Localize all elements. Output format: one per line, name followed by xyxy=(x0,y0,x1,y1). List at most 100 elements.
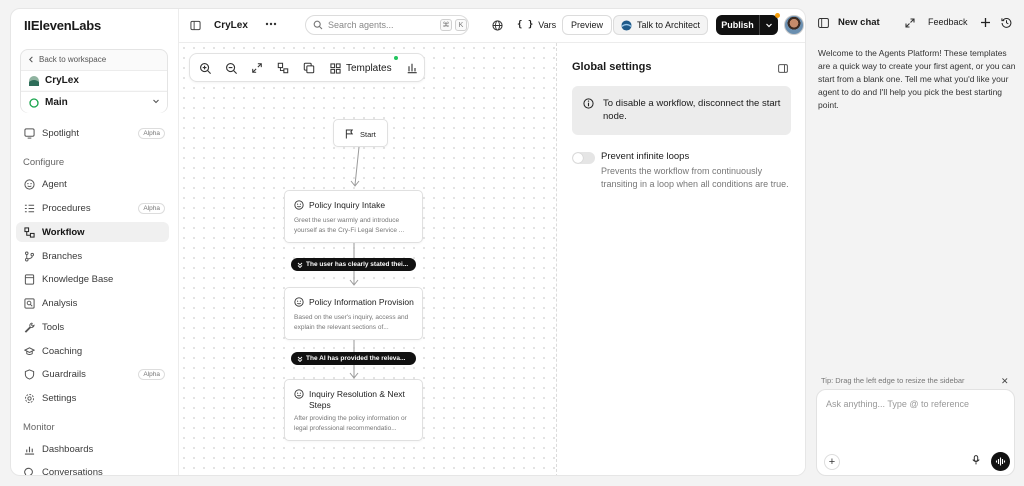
book-icon xyxy=(24,273,35,285)
vars-button[interactable]: { } Vars xyxy=(517,15,556,35)
plus-icon[interactable] xyxy=(980,17,991,28)
collapse-panel-icon[interactable] xyxy=(778,64,788,73)
chat-bubble-icon xyxy=(24,467,35,475)
voice-mode-button[interactable] xyxy=(991,452,1010,471)
sidebar-item-label: Procedures xyxy=(42,202,91,214)
sidebar-item-dashboards[interactable]: Dashboards xyxy=(16,439,169,459)
agent-node-icon xyxy=(294,389,304,399)
sidebar-item-label: Spotlight xyxy=(42,127,79,139)
publish-options-button[interactable] xyxy=(759,15,778,35)
sidebar-item-settings[interactable]: Settings xyxy=(16,388,169,408)
prevent-loops-title: Prevent infinite loops xyxy=(601,151,690,162)
user-avatar[interactable] xyxy=(784,15,804,35)
talk-to-architect-button[interactable]: Talk to Architect xyxy=(613,15,709,35)
smiley-icon xyxy=(24,178,35,190)
edge-condition-1[interactable]: The user has clearly stated thei... xyxy=(291,258,416,271)
wrench-icon xyxy=(24,322,35,333)
sidebar-item-coaching[interactable]: Coaching xyxy=(16,341,169,361)
zoom-in-icon[interactable] xyxy=(198,61,212,75)
sidebar-item-guardrails[interactable]: Guardrails Alpha xyxy=(16,364,169,384)
sidebar-toggle-icon[interactable] xyxy=(190,20,201,31)
node-description: After providing the policy information o… xyxy=(294,415,407,432)
sidebar-item-knowledge-base[interactable]: Knowledge Base xyxy=(16,269,169,289)
list-icon xyxy=(24,203,35,214)
new-chat-title[interactable]: New chat xyxy=(838,17,880,28)
node-title-text: Policy Inquiry Intake xyxy=(309,200,386,210)
publish-label: Publish xyxy=(721,20,754,30)
close-tip-icon[interactable]: ✕ xyxy=(1001,376,1009,387)
workspace-switcher: Back to workspace CryLex Main xyxy=(20,49,168,113)
sidebar-item-branches[interactable]: Branches xyxy=(16,246,169,266)
sidebar-item-procedures[interactable]: Procedures Alpha xyxy=(16,198,169,218)
preview-button[interactable]: Preview xyxy=(562,15,613,35)
fit-view-icon[interactable] xyxy=(250,61,264,75)
search-agents-input[interactable]: Search agents... ⌘ K xyxy=(305,15,469,35)
sidebar-panel-icon[interactable] xyxy=(818,18,829,28)
globe-icon[interactable] xyxy=(492,20,503,31)
sidebar-item-label: Agent xyxy=(42,178,67,190)
workflow-node-inquiry-resolution[interactable]: Inquiry Resolution & Next Steps After pr… xyxy=(284,379,423,441)
graduation-cap-icon xyxy=(24,346,35,357)
node-description: Based on the user's inquiry, access and … xyxy=(294,314,409,331)
vars-label: Vars xyxy=(538,20,557,30)
chat-header: New chat Feedback xyxy=(806,14,1024,32)
main-card: IIElevenLabs Back to workspace CryLex Ma… xyxy=(10,8,806,476)
microphone-icon[interactable] xyxy=(972,455,980,465)
more-options-icon[interactable] xyxy=(265,22,277,26)
branch-selector[interactable]: Main xyxy=(21,91,167,113)
node-title: Inquiry Resolution & Next Steps xyxy=(294,389,409,411)
attach-button[interactable]: + xyxy=(824,454,840,470)
condition-icon xyxy=(297,356,303,362)
expand-icon[interactable] xyxy=(905,18,915,28)
start-node[interactable]: Start xyxy=(333,119,388,147)
unpublished-indicator-dot xyxy=(775,13,780,18)
sidebar-item-label: Branches xyxy=(42,250,83,262)
info-text: To disable a workflow, disconnect the st… xyxy=(603,98,781,122)
edge-condition-2[interactable]: The AI has provided the releva... xyxy=(291,352,416,365)
info-icon xyxy=(583,98,594,109)
condition-icon xyxy=(297,262,303,268)
agent-selector[interactable]: CryLex xyxy=(21,70,167,90)
sidebar-item-agent[interactable]: Agent xyxy=(16,174,169,194)
workflow-node-policy-inquiry-intake[interactable]: Policy Inquiry Intake Greet the user war… xyxy=(284,190,423,243)
sidebar-item-label: Tools xyxy=(42,321,65,333)
auto-layout-icon[interactable] xyxy=(276,61,290,75)
alpha-badge: Alpha xyxy=(138,128,165,139)
back-to-workspace-label: Back to workspace xyxy=(39,54,107,64)
chevron-down-icon xyxy=(152,97,160,105)
back-to-workspace-link[interactable]: Back to workspace xyxy=(21,50,167,68)
workflow-node-policy-information-provision[interactable]: Policy Information Provision Based on th… xyxy=(284,287,423,340)
history-icon[interactable] xyxy=(1001,17,1012,28)
app-logo[interactable]: IIElevenLabs xyxy=(24,18,101,33)
sidebar-item-label: Guardrails xyxy=(42,368,86,380)
chat-input-box[interactable]: Ask anything... Type @ to reference + xyxy=(816,389,1015,476)
sidebar-item-tools[interactable]: Tools xyxy=(16,317,169,337)
architect-orb-icon xyxy=(621,19,632,31)
node-title: Policy Inquiry Intake xyxy=(294,200,385,211)
gear-icon xyxy=(24,393,35,404)
templates-button[interactable]: Templates xyxy=(330,60,392,76)
sidebar-item-analysis[interactable]: Analysis xyxy=(16,293,169,313)
zoom-out-icon[interactable] xyxy=(224,61,238,75)
sidebar-item-conversations[interactable]: Conversations xyxy=(16,462,169,476)
sidebar-item-spotlight[interactable]: Spotlight Alpha xyxy=(16,123,169,143)
new-indicator-dot xyxy=(394,56,398,60)
feedback-link[interactable]: Feedback xyxy=(928,17,968,27)
architect-label: Talk to Architect xyxy=(637,20,701,30)
templates-label: Templates xyxy=(346,62,392,74)
prevent-infinite-loops-toggle[interactable] xyxy=(572,152,595,164)
publish-button[interactable]: Publish xyxy=(716,15,759,35)
duplicate-icon[interactable] xyxy=(302,61,316,75)
bar-chart-icon[interactable] xyxy=(405,61,419,75)
chat-input[interactable]: Ask anything... Type @ to reference xyxy=(826,399,1006,409)
agent-title: CryLex xyxy=(214,20,248,31)
sidebar-item-label: Analysis xyxy=(42,297,78,309)
sidebar-item-label: Coaching xyxy=(42,345,83,357)
kbd-k: K xyxy=(455,19,467,31)
agent-node-icon xyxy=(294,297,304,307)
sidebar-item-workflow[interactable]: Workflow xyxy=(16,222,169,242)
workflow-canvas[interactable]: Templates Start Policy Inquiry Intake Gr… xyxy=(179,43,556,475)
agent-orb-icon xyxy=(29,75,39,86)
sidebar-item-label: Conversations xyxy=(42,466,103,476)
agent-name: CryLex xyxy=(45,75,79,86)
